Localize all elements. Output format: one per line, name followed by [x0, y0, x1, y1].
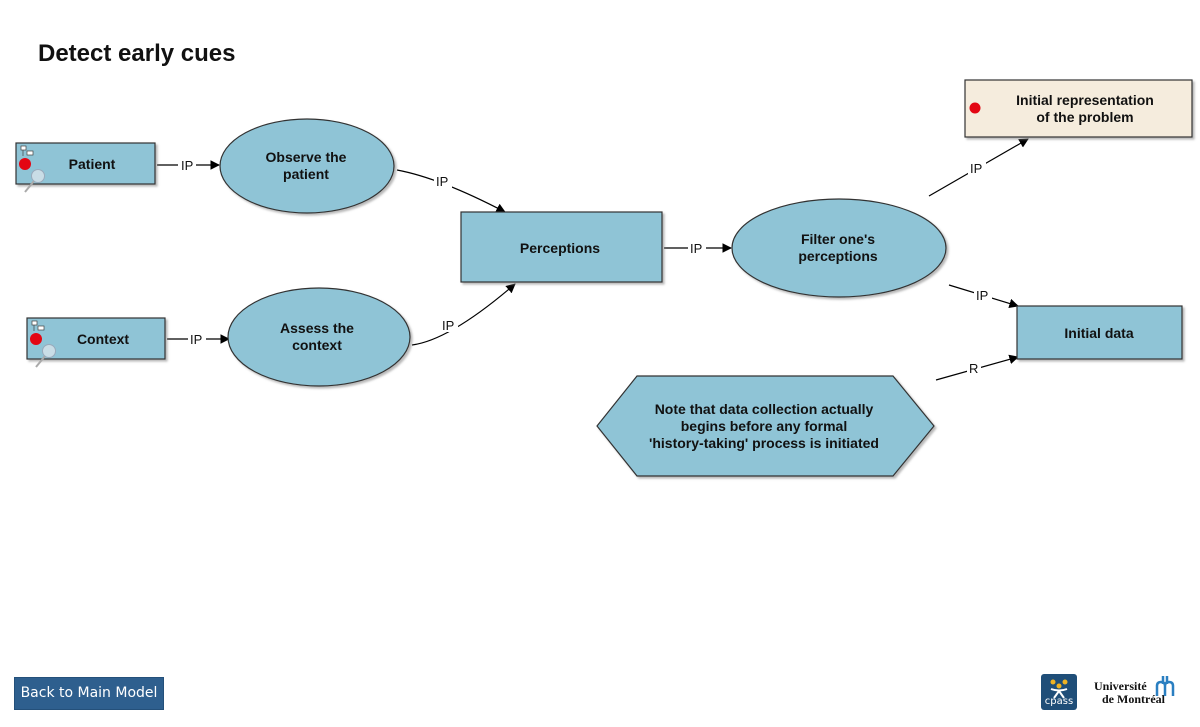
note-line1: Note that data collection actually [655, 401, 874, 417]
node-initial-representation[interactable]: Initial representation of the problem [964, 79, 1193, 138]
edge-perceptions-filter: IP [664, 241, 732, 256]
edge-label: IP [690, 241, 702, 256]
edge-label: IP [181, 158, 193, 173]
node-label-line2: perceptions [798, 248, 878, 264]
node-label-line2: context [292, 337, 342, 353]
edge-observe-perceptions: IP [396, 169, 506, 213]
process-filter-perceptions[interactable]: Filter one's perceptions [731, 198, 947, 298]
node-perceptions[interactable]: Perceptions [460, 211, 663, 283]
edge-patient-observe: IP [157, 158, 220, 173]
node-context[interactable]: Context [26, 317, 166, 368]
node-label: Initial data [1064, 325, 1133, 341]
note-hexagon: Note that data collection actually begin… [596, 375, 935, 477]
note-line2: begins before any formal [681, 418, 847, 434]
node-label: Context [77, 331, 129, 347]
cpass-logo: cpass [1041, 674, 1077, 710]
note-line3: 'history-taking' process is initiated [649, 435, 879, 451]
red-marker-icon [30, 333, 42, 345]
edge-filter-initial-data: IP [948, 284, 1019, 309]
node-label-line1: Observe the [266, 149, 347, 165]
node-label-line1: Initial representation [1016, 92, 1154, 108]
cpass-logo-text: cpass [1044, 696, 1074, 707]
diagram-canvas: IP IP IP IP IP IP IP R Patient Context O… [15, 79, 1193, 477]
node-label-line2: patient [283, 166, 329, 182]
process-assess-context[interactable]: Assess the context [227, 287, 411, 387]
node-label-line2: of the problem [1036, 109, 1133, 125]
edge-context-assess: IP [167, 332, 230, 347]
node-label: Perceptions [520, 240, 600, 256]
edge-label: IP [442, 318, 454, 333]
edge-filter-initial-representation: IP [928, 138, 1029, 197]
edge-label: IP [190, 332, 202, 347]
node-patient[interactable]: Patient [15, 142, 156, 193]
edge-label: IP [436, 174, 448, 189]
process-observe-patient[interactable]: Observe the patient [219, 118, 395, 214]
edge-label: R [969, 361, 978, 376]
edge-assess-perceptions: IP [411, 283, 516, 346]
node-label-line1: Filter one's [801, 231, 875, 247]
back-to-main-model-button[interactable]: Back to Main Model [14, 677, 164, 710]
red-marker-icon [969, 102, 981, 114]
edge-label: IP [970, 161, 982, 176]
edge-note-initial-data: R [935, 354, 1019, 381]
red-marker-icon [19, 158, 31, 170]
node-initial-data[interactable]: Initial data [1016, 305, 1183, 360]
node-label: Patient [69, 156, 116, 172]
udem-mark-icon [1155, 676, 1175, 696]
node-label-line1: Assess the [280, 320, 354, 336]
edge-label: IP [976, 288, 988, 303]
